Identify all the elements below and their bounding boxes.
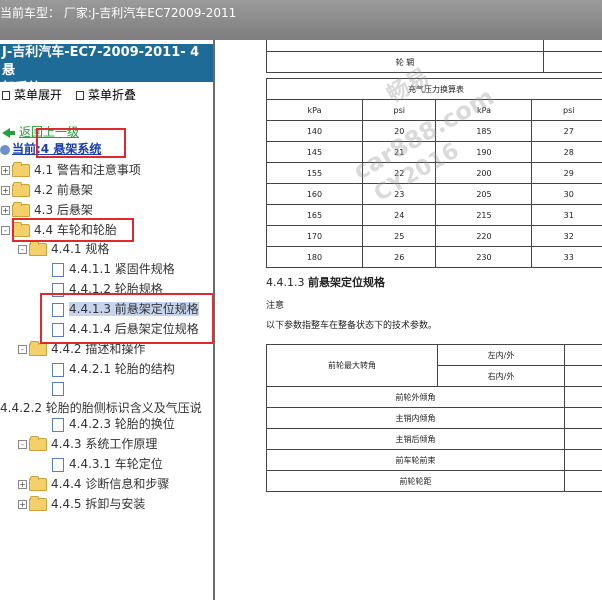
rim-table-fragment: 轮 辋 (266, 40, 602, 73)
folder-icon (29, 476, 47, 491)
table-row: 前轮外倾角 (266, 386, 602, 408)
expand-toggle-icon[interactable]: + (1, 206, 10, 215)
tree-item-4-4-4[interactable]: +4.4.4 诊断信息和步骤 (18, 476, 169, 492)
document-icon (52, 362, 64, 377)
document-content: 轮 辋 充气压力换算表 kPa psi kPa psi 140 20 185 27 1… (215, 40, 602, 600)
table-row: 170 25 220 32 (266, 225, 602, 247)
header-psi: psi (531, 99, 602, 121)
document-icon (52, 282, 64, 297)
collapse-menu-button[interactable]: 菜单折叠 (76, 86, 136, 103)
document-icon (52, 381, 64, 396)
current-location[interactable]: 当前:4 悬架系统 (0, 141, 101, 157)
collapse-toggle-icon[interactable]: - (1, 226, 10, 235)
document-icon (52, 262, 64, 277)
window-title: 当前车型： 厂家:J-吉利汽车EC72009-2011 (0, 6, 237, 20)
collapse-toggle-icon[interactable]: - (18, 345, 27, 354)
tree-item-4-4-1-2[interactable]: 4.4.1.2 轮胎规格 (52, 281, 163, 297)
pressure-table-title: 充气压力换算表 (266, 78, 602, 100)
collapse-icon (76, 91, 84, 100)
folder-open-icon (29, 241, 47, 256)
table-row: 主销后倾角 (266, 428, 602, 450)
folder-icon (12, 182, 30, 197)
tree-item-4-2[interactable]: +4.2 前悬架 (1, 182, 93, 198)
tree-item-4-3[interactable]: +4.3 后悬架 (1, 202, 93, 218)
expand-icon (2, 91, 10, 100)
tree-item-4-4-1-4[interactable]: 4.4.1.4 后悬架定位规格 (52, 321, 199, 337)
folder-icon (12, 202, 30, 217)
table-row: 前车轮前束 (266, 449, 602, 471)
expand-toggle-icon[interactable]: + (1, 166, 10, 175)
book-header: J-吉利汽车-EC7-2009-2011- 4 悬 架系统. (0, 44, 213, 96)
front-alignment-table: 前轮最大转角 左内/外 右内/外 前轮外倾角 主销内倾角 主销后倾角 前车轮前束… (266, 344, 602, 492)
tree-item-4-4-2-2-icon[interactable] (52, 380, 69, 396)
table-row: 160 23 205 30 (266, 183, 602, 205)
section-heading: 4.4.1.3 前悬架定位规格 (266, 276, 385, 289)
tree-item-4-4-1[interactable]: -4.4.1 规格 (18, 241, 109, 257)
tree-item-4-4-2-2[interactable]: 4.4.2.2 轮胎的胎侧标识含义及气压说 (0, 400, 202, 416)
folder-open-icon (12, 222, 30, 237)
tree-item-4-4-5[interactable]: +4.4.5 拆卸与安装 (18, 496, 145, 512)
tree-item-4-4[interactable]: -4.4 车轮和轮胎 (1, 222, 117, 238)
expand-toggle-icon[interactable]: + (18, 500, 27, 509)
window-titlebar: 当前车型： 厂家:J-吉利汽车EC72009-2011 (0, 0, 602, 40)
document-icon (52, 322, 64, 337)
table-row: 主销内倾角 (266, 407, 602, 429)
tree-item-4-4-3-1[interactable]: 4.4.3.1 车轮定位 (52, 456, 163, 472)
document-icon (52, 457, 64, 472)
header-kpa: kPa (266, 99, 363, 121)
expand-toggle-icon[interactable]: + (18, 480, 27, 489)
folder-icon (12, 162, 30, 177)
collapse-toggle-icon[interactable]: - (18, 440, 27, 449)
tree-item-4-1[interactable]: +4.1 警告和注意事项 (1, 162, 141, 178)
tree-item-4-4-1-1[interactable]: 4.4.1.1 紧固件规格 (52, 261, 175, 277)
tree-item-4-4-2-1[interactable]: 4.4.2.1 轮胎的结构 (52, 361, 175, 377)
note-text: 以下参数指整车在整备状态下的技术参数。 (266, 321, 438, 331)
expand-toggle-icon[interactable]: + (1, 186, 10, 195)
tree-item-4-4-3[interactable]: -4.4.3 系统工作原理 (18, 436, 157, 452)
back-link[interactable]: 返回上一级 (2, 124, 79, 140)
folder-open-icon (29, 436, 47, 451)
document-icon (52, 417, 64, 432)
max-steering-angle-label: 前轮最大转角 (266, 344, 438, 387)
navigation-pane: J-吉利汽车-EC7-2009-2011- 4 悬 架系统. 菜单展开 菜单折叠… (0, 40, 215, 600)
document-icon (52, 302, 64, 317)
tree-item-4-4-2-3[interactable]: 4.4.2.3 轮胎的换位 (52, 416, 175, 432)
tree-item-4-4-1-3[interactable]: 4.4.1.3 前悬架定位规格 (52, 301, 199, 317)
folder-open-icon (29, 341, 47, 356)
tree-item-4-4-2[interactable]: -4.4.2 描述和操作 (18, 341, 145, 357)
note-label: 注意 (266, 301, 285, 311)
folder-icon (29, 496, 47, 511)
collapse-toggle-icon[interactable]: - (18, 245, 27, 254)
table-row: 165 24 215 31 (266, 204, 602, 226)
table-row: 前轮轮距 (266, 470, 602, 492)
table-row: 180 26 230 33 (266, 246, 602, 268)
expand-menu-button[interactable]: 菜单展开 (2, 86, 62, 103)
book-title-line1: J-吉利汽车-EC7-2009-2011- 4 悬 (2, 45, 200, 78)
current-location-icon (0, 144, 10, 155)
